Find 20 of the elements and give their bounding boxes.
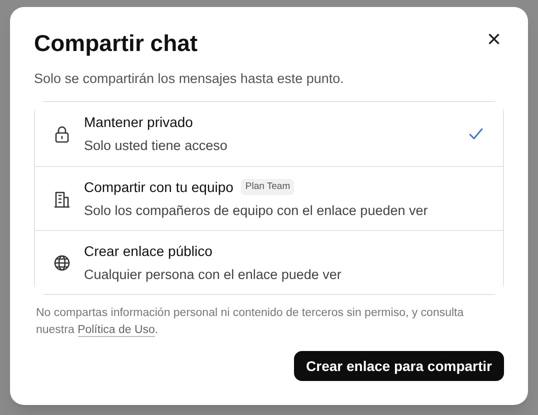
share-option[interactable]: Mantener privado Solo usted tiene acceso [35, 102, 503, 166]
checkmark-icon [469, 128, 483, 140]
share-option[interactable]: Compartir con tu equipo Plan Team Solo los compañeros de equipo con el enlace pueden ver [35, 166, 503, 230]
option-title: Mantener privado [84, 113, 193, 132]
usage-policy-link[interactable]: Política de Uso [78, 324, 155, 338]
building-icon [53, 190, 71, 208]
globe-icon [53, 254, 71, 272]
close-button[interactable]: × [482, 28, 506, 52]
usage-note: No compartas información personal ni contenido de terceros sin permiso, y consulta nuestra Política de Uso. [35, 306, 465, 340]
option-description: Cualquier persona con el enlace puede ver [84, 266, 342, 284]
dialog-subtitle: Solo se compartirán los mensajes hasta este punto. [34, 70, 345, 88]
lock-icon [53, 125, 71, 144]
create-link-button[interactable]: Crear enlace para compartir [294, 351, 504, 381]
dialog-title: Compartir chat [34, 29, 198, 57]
option-description: Solo los compañeros de equipo con el enlace pueden ver [84, 202, 429, 220]
plan-badge: Plan Team [241, 179, 294, 196]
option-description: Solo usted tiene acceso [84, 137, 228, 156]
share-option[interactable]: Crear enlace público Cualquier persona con el enlace puede ver [35, 230, 503, 294]
option-title: Crear enlace público [84, 242, 212, 261]
option-title: Compartir con tu equipo [84, 178, 234, 197]
